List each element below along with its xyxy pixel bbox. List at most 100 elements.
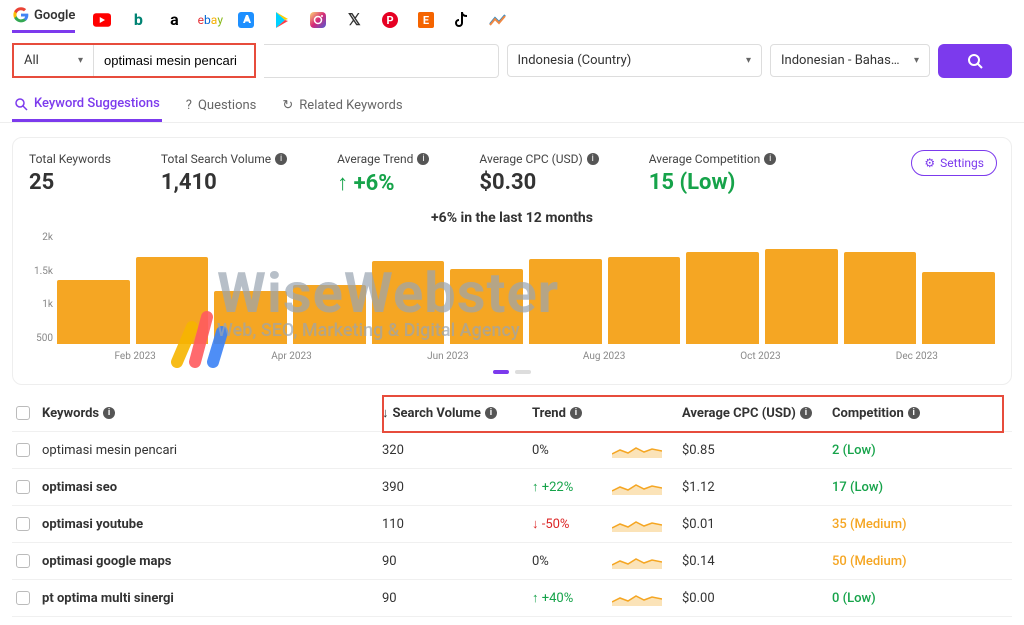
cell-competition: 0 (Low) — [832, 591, 952, 606]
cell-volume: 110 — [382, 517, 532, 532]
tiktok-icon[interactable] — [453, 11, 471, 29]
cell-cpc: $0.14 — [682, 554, 832, 569]
info-icon[interactable]: i — [275, 153, 287, 165]
platform-icons-bar: Google b a ebay 𝕏 P E — [0, 0, 1024, 37]
stat-total-volume: Total Search Volume i 1,410 — [161, 152, 287, 195]
search-button[interactable] — [938, 44, 1012, 78]
keywords-table: Keywords i ↓Search Volume i Trend i Aver… — [12, 395, 1012, 617]
col-competition[interactable]: Competition i — [832, 406, 952, 421]
info-icon[interactable]: i — [417, 153, 429, 165]
info-icon[interactable]: i — [908, 407, 920, 419]
y-axis: 2k1.5k1k500 — [29, 232, 53, 344]
cell-keyword: pt optima multi sinergi — [42, 591, 382, 606]
language-select[interactable]: Indonesian - Bahasa Indo...▾ — [770, 44, 930, 77]
info-icon[interactable]: i — [485, 407, 497, 419]
table-row: optimasi mesin pencari 320 0% $0.85 2 (L… — [12, 432, 1012, 469]
cell-volume: 390 — [382, 480, 532, 495]
cell-volume: 320 — [382, 443, 532, 458]
search-row: All▾ Indonesia (Country)▾ Indonesian - B… — [0, 37, 1024, 86]
trends-icon[interactable] — [489, 11, 507, 29]
settings-button[interactable]: ⚙Settings — [911, 150, 997, 176]
col-keywords[interactable]: Keywords i — [42, 406, 382, 421]
row-checkbox[interactable] — [16, 480, 30, 494]
table-row: optimasi youtube 110 ↓ -50% $0.01 35 (Me… — [12, 506, 1012, 543]
tab-related[interactable]: ↻Related Keywords — [280, 88, 404, 122]
search-icon — [14, 97, 28, 111]
cell-competition: 50 (Medium) — [832, 554, 952, 569]
col-volume[interactable]: ↓Search Volume i — [382, 405, 532, 421]
youtube-icon[interactable] — [93, 11, 111, 29]
x-axis: Feb 2023Apr 2023Jun 2023Aug 2023Oct 2023… — [57, 347, 995, 362]
google-icon — [12, 6, 30, 24]
col-cpc[interactable]: Average CPC (USD) i — [682, 406, 832, 421]
tab-keyword-suggestions[interactable]: Keyword Suggestions — [12, 88, 162, 122]
stat-avg-trend: Average Trend i ↑ +6% — [337, 152, 429, 196]
chevron-down-icon: ▾ — [78, 55, 83, 66]
table-row: pt optima multi sinergi 90 ↑ +40% $0.00 … — [12, 580, 1012, 617]
select-all-checkbox[interactable] — [16, 406, 30, 420]
cell-competition: 35 (Medium) — [832, 517, 952, 532]
stat-avg-cpc: Average CPC (USD) i $0.30 — [479, 152, 598, 195]
cell-trend: 0% — [532, 553, 682, 569]
cell-competition: 17 (Low) — [832, 480, 952, 495]
cell-competition: 2 (Low) — [832, 443, 952, 458]
svg-text:P: P — [387, 14, 394, 27]
country-select[interactable]: Indonesia (Country)▾ — [507, 44, 763, 77]
pinterest-icon[interactable]: P — [381, 11, 399, 29]
mode-tabs: Keyword Suggestions ?Questions ↻Related … — [0, 86, 1024, 123]
sort-desc-icon: ↓ — [382, 405, 389, 421]
cell-keyword: optimasi mesin pencari — [42, 443, 382, 458]
stat-avg-competition: Average Competition i 15 (Low) — [649, 152, 777, 195]
search-icon — [967, 53, 983, 69]
table-row: optimasi seo 390 ↑ +22% $1.12 17 (Low) — [12, 469, 1012, 506]
row-checkbox[interactable] — [16, 443, 30, 457]
ebay-icon[interactable]: ebay — [201, 11, 219, 29]
row-checkbox[interactable] — [16, 591, 30, 605]
table-row: optimasi google maps 90 0% $0.14 50 (Med… — [12, 543, 1012, 580]
trend-chart: 2k1.5k1k500 Feb 2023Apr 2023Jun 2023Aug … — [57, 232, 995, 362]
cell-keyword: optimasi google maps — [42, 554, 382, 569]
appstore-icon[interactable] — [237, 11, 255, 29]
carousel-dots — [29, 370, 995, 374]
info-icon[interactable]: i — [764, 153, 776, 165]
chevron-down-icon: ▾ — [746, 55, 751, 66]
cell-cpc: $0.85 — [682, 443, 832, 458]
keyword-input[interactable] — [94, 45, 254, 76]
question-icon: ? — [186, 98, 192, 113]
cell-trend: ↓ -50% — [532, 516, 682, 532]
cell-cpc: $0.00 — [682, 591, 832, 606]
svg-text:E: E — [423, 14, 429, 27]
info-icon[interactable]: i — [570, 407, 582, 419]
stat-total-keywords: Total Keywords 25 — [29, 152, 111, 195]
x-icon[interactable]: 𝕏 — [345, 11, 363, 29]
col-trend[interactable]: Trend i — [532, 406, 682, 421]
info-icon[interactable]: i — [587, 153, 599, 165]
instagram-icon[interactable] — [309, 11, 327, 29]
info-icon[interactable]: i — [103, 407, 115, 419]
refresh-icon: ↻ — [282, 98, 293, 113]
info-icon[interactable]: i — [800, 407, 812, 419]
cell-volume: 90 — [382, 554, 532, 569]
table-header: Keywords i ↓Search Volume i Trend i Aver… — [12, 395, 1012, 432]
bing-icon[interactable]: b — [129, 11, 147, 29]
brand-google[interactable]: Google — [12, 6, 75, 33]
summary-panel: ⚙Settings Total Keywords 25 Total Search… — [12, 137, 1012, 385]
row-checkbox[interactable] — [16, 554, 30, 568]
amazon-icon[interactable]: a — [165, 11, 183, 29]
etsy-icon[interactable]: E — [417, 11, 435, 29]
row-checkbox[interactable] — [16, 517, 30, 531]
cell-trend: ↑ +22% — [532, 479, 682, 495]
cell-volume: 90 — [382, 591, 532, 606]
cell-keyword: optimasi youtube — [42, 517, 382, 532]
brand-label: Google — [34, 8, 75, 23]
query-extension[interactable] — [264, 44, 499, 78]
chart-title: +6% in the last 12 months — [29, 210, 995, 226]
chevron-down-icon: ▾ — [914, 55, 919, 66]
cell-trend: ↑ +40% — [532, 590, 682, 606]
cell-cpc: $1.12 — [682, 480, 832, 495]
arrow-up-icon: ↑ — [337, 171, 348, 196]
playstore-icon[interactable] — [273, 11, 291, 29]
tab-questions[interactable]: ?Questions — [184, 88, 259, 122]
gear-icon: ⚙ — [924, 156, 935, 170]
filter-select[interactable]: All▾ — [14, 45, 94, 76]
